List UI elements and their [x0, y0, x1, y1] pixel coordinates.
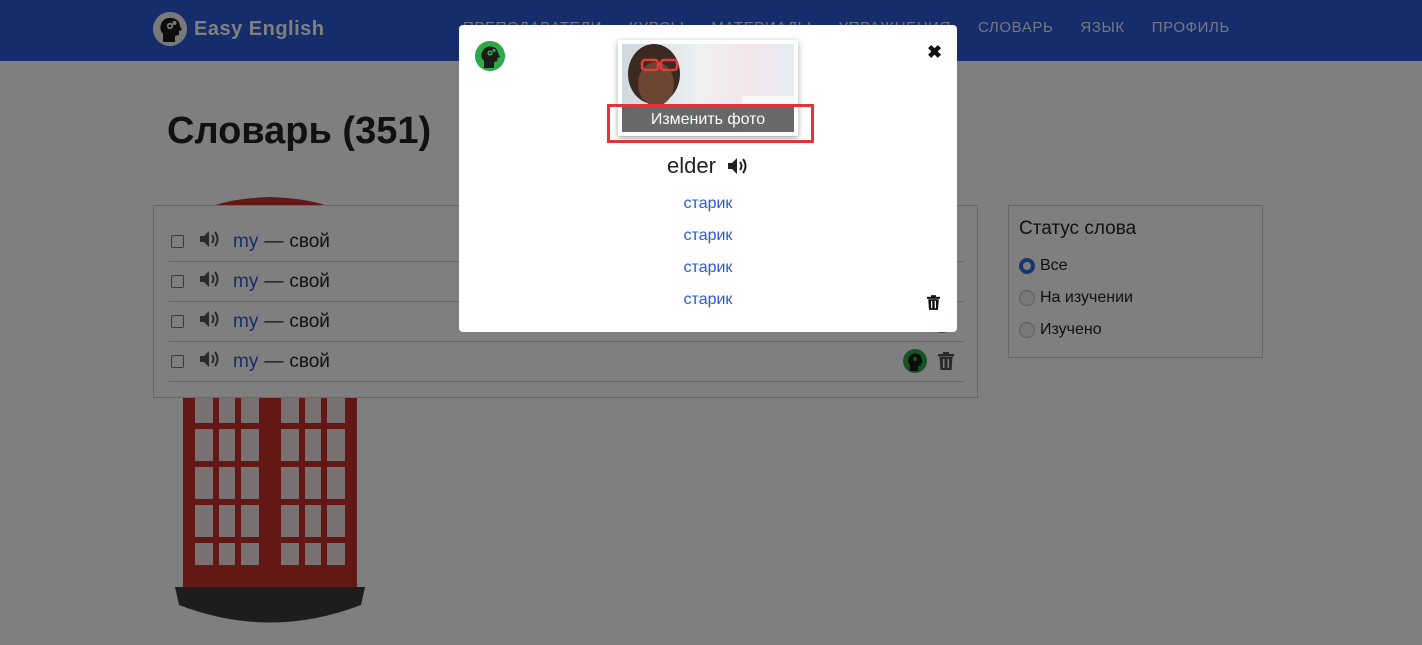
- translation-link[interactable]: старик: [459, 193, 957, 225]
- word-modal: ✖ Изменить фото elder старик старик стар…: [459, 25, 957, 332]
- translation-link[interactable]: старик: [459, 257, 957, 289]
- translation-link[interactable]: старик: [459, 225, 957, 257]
- modal-logo-icon: [475, 41, 505, 71]
- close-icon[interactable]: ✖: [927, 43, 942, 61]
- modal-word-text: elder: [666, 153, 716, 178]
- modal-word-heading: elder: [459, 153, 957, 181]
- translation-link[interactable]: старик: [459, 289, 957, 321]
- translation-list: старик старик старик старик: [459, 193, 957, 321]
- highlight-frame: [607, 104, 814, 143]
- trash-icon[interactable]: [927, 295, 940, 315]
- speaker-icon[interactable]: [727, 155, 749, 181]
